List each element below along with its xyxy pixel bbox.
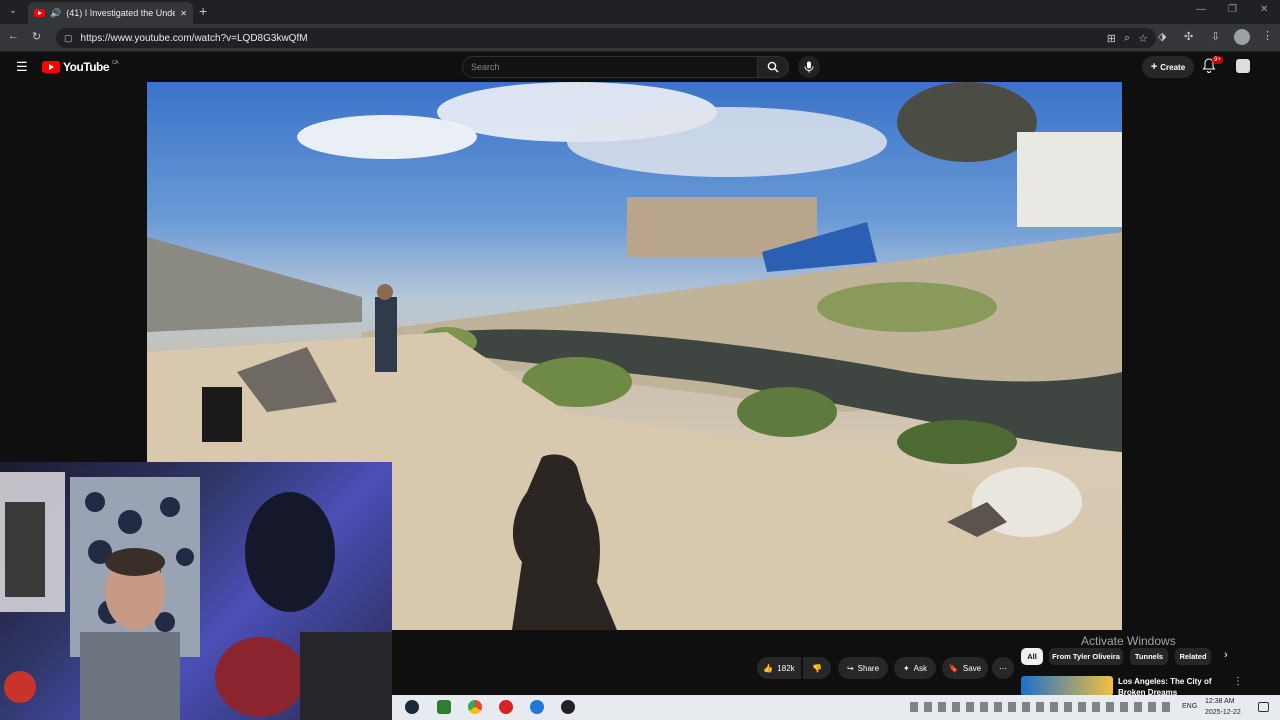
back-icon[interactable]: ← — [8, 30, 19, 42]
tab-title: (41) I Investigated the Unde — [66, 8, 176, 18]
ask-button[interactable]: ✦ Ask — [894, 657, 936, 679]
reload-icon[interactable]: ↻ — [32, 30, 41, 43]
url-text: https://www.youtube.com/watch?v=LQD8G3kw… — [80, 32, 308, 44]
sparkle-icon: ✦ — [902, 663, 910, 673]
downloads-icon[interactable]: ⇩ — [1211, 30, 1220, 43]
extension-icon[interactable]: ⬗ — [1158, 30, 1166, 43]
youtube-header: ☰ YouTube CA Search + Create 9+ — [0, 52, 1280, 82]
address-toolbar: ← ↻ ▢ https://www.youtube.com/watch?v=LQ… — [0, 24, 1280, 52]
windows-taskbar: ENG 12:38 AM 2025-12-22 — [392, 695, 1280, 720]
youtube-play-icon — [42, 61, 60, 73]
steam-icon[interactable] — [405, 700, 419, 714]
close-window-button[interactable]: ✕ — [1260, 4, 1268, 15]
logo-text: YouTube — [63, 60, 110, 74]
thumbs-up-icon: 👍 — [763, 663, 774, 673]
browser-menu-icon[interactable]: ⋮ — [1262, 29, 1273, 42]
app-icon[interactable]: ⊞ — [1107, 32, 1116, 45]
voice-search-button[interactable] — [798, 56, 820, 78]
language-indicator[interactable]: ENG — [1182, 703, 1197, 710]
like-button[interactable]: 👍 182k — [757, 657, 801, 679]
search-button[interactable] — [757, 56, 789, 78]
restore-button[interactable]: ❐ — [1228, 4, 1237, 15]
share-label: Share — [857, 663, 880, 673]
ask-label: Ask — [913, 663, 928, 673]
chip-all[interactable]: All — [1021, 648, 1043, 665]
like-count: 182k — [777, 663, 795, 673]
notification-badge: 9+ — [1212, 56, 1223, 64]
zoom-icon[interactable]: ⌕ — [1124, 32, 1130, 45]
hamburger-menu-icon[interactable]: ☰ — [16, 59, 28, 75]
app-blue-icon[interactable] — [530, 700, 544, 714]
webcam-overlay — [0, 462, 392, 720]
save-label: Save — [962, 663, 982, 673]
tab-close-icon[interactable]: ✕ — [180, 9, 187, 18]
create-button[interactable]: + Create — [1142, 56, 1194, 78]
app-red-icon[interactable] — [499, 700, 513, 714]
create-label: Create — [1160, 62, 1186, 72]
chip-related[interactable]: Related — [1175, 648, 1211, 665]
new-tab-button[interactable]: + — [199, 3, 207, 19]
app-dark-icon[interactable] — [561, 700, 575, 714]
more-actions-button[interactable]: ⋯ — [992, 657, 1014, 679]
suggestion-menu-icon[interactable]: ⋮ — [1233, 676, 1243, 687]
bookmark-icon: 🔖 — [948, 663, 959, 673]
star-icon[interactable]: ☆ — [1138, 32, 1148, 45]
suggestion-thumbnail[interactable] — [1021, 676, 1113, 696]
chrome-icon[interactable] — [468, 700, 482, 714]
save-button[interactable]: 🔖 Save — [942, 657, 988, 679]
url-bar[interactable]: ▢ https://www.youtube.com/watch?v=LQD8G3… — [56, 28, 1156, 48]
minimize-button[interactable]: — — [1196, 4, 1206, 15]
app-icon[interactable] — [437, 700, 451, 714]
share-button[interactable]: ↪ Share — [838, 657, 888, 679]
speaker-icon[interactable]: 🔊 — [50, 8, 61, 19]
plus-icon: + — [1150, 61, 1158, 73]
active-tab[interactable]: 🔊 (41) I Investigated the Unde ✕ — [28, 2, 193, 24]
tab-list-button[interactable]: ⌄ — [6, 5, 20, 19]
webcam-scene — [0, 472, 392, 720]
system-tray-icons[interactable] — [910, 702, 1170, 712]
extensions-puzzle-icon[interactable]: ✣ — [1184, 30, 1193, 43]
avatar[interactable] — [1236, 59, 1250, 73]
chip-tunnels[interactable]: Tunnels — [1130, 648, 1168, 665]
chevron-right-icon[interactable]: › — [1224, 649, 1228, 661]
notification-center-icon[interactable] — [1258, 702, 1269, 712]
microphone-icon — [804, 61, 814, 73]
clock-time[interactable]: 12:38 AM — [1205, 698, 1235, 705]
share-icon: ↪ — [846, 663, 854, 673]
search-input[interactable]: Search — [462, 56, 760, 78]
youtube-logo[interactable]: YouTube CA — [42, 60, 118, 74]
browser-tab-bar: ⌄ 🔊 (41) I Investigated the Unde ✕ + — ❐… — [0, 0, 1280, 24]
activate-windows-watermark: Activate Windows — [1081, 634, 1176, 648]
dislike-button[interactable]: 👎 — [803, 657, 831, 679]
chip-from-channel[interactable]: From Tyler Oliveira — [1049, 648, 1123, 665]
site-info-icon[interactable]: ▢ — [64, 33, 73, 44]
thumbs-down-icon: 👎 — [812, 663, 822, 673]
youtube-favicon-icon — [34, 9, 45, 17]
region-code: CA — [112, 60, 118, 66]
search-icon — [767, 61, 779, 73]
profile-avatar[interactable] — [1234, 29, 1250, 45]
clock-date[interactable]: 2025-12-22 — [1205, 709, 1241, 716]
